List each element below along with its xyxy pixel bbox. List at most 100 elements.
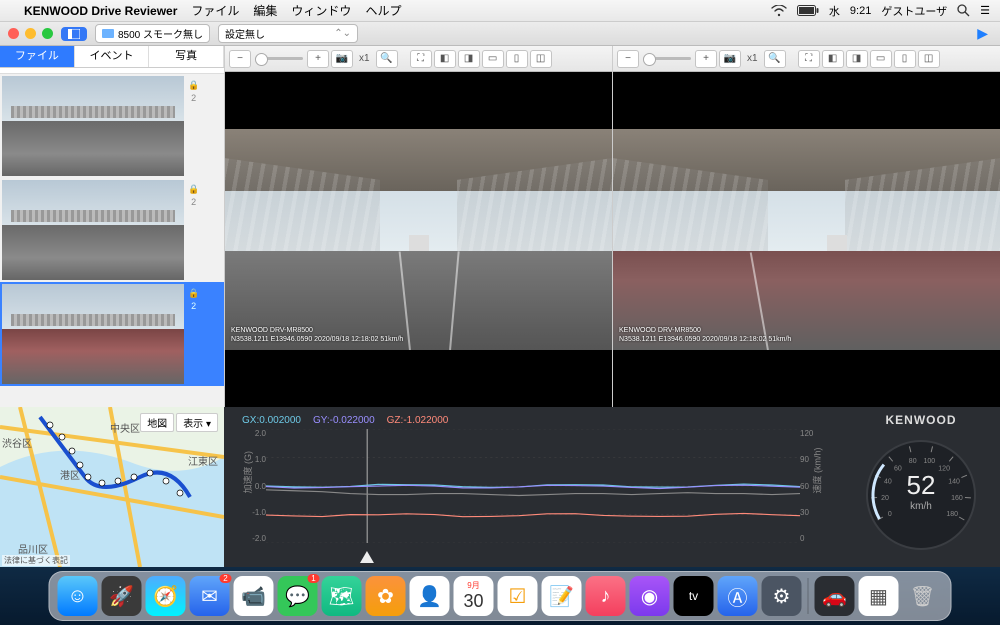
thumbnail-list[interactable]: 🔒2 🔒2 🔒2 [0,74,224,407]
fullscreen-button[interactable]: ⛶ [410,50,432,68]
safari-icon[interactable]: 🧭 [146,576,186,616]
notes-icon[interactable]: 📝 [542,576,582,616]
zoom-reset-button[interactable]: 🔍 [376,50,398,68]
video-frame-rear[interactable]: KENWOOD DRV-MR8500 N3538.1211 E13946.059… [613,72,1000,407]
macos-dock[interactable]: ☺ 🚀 🧭 ✉2 📹 💬1 🗺 ✿ 👤 9月30 ☑ 📝 ♪ ◉ tv Ⓐ ⚙ … [49,571,952,621]
map-legal[interactable]: 法律に基づく表記 [2,555,70,566]
playhead-handle[interactable] [360,551,374,563]
tab-photo[interactable]: 写真 [149,46,224,67]
facetime-icon[interactable]: 📹 [234,576,274,616]
layout-4-button[interactable]: ▯ [894,50,916,68]
menubar-user[interactable]: ゲストユーザ [881,3,947,19]
fullscreen-button[interactable]: ⛶ [798,50,820,68]
menu-file[interactable]: ファイル [191,2,239,19]
sidebar-toggle-button[interactable] [61,27,87,41]
video-frame-front[interactable]: KENWOOD DRV-MR8500 N3538.1211 E13946.059… [225,72,612,407]
wifi-icon[interactable] [771,5,787,17]
layout-4-button[interactable]: ▯ [506,50,528,68]
bottom-panel: GX:0.002000 GY:-0.022000 GZ:-1.022000 加速… [224,407,1000,567]
drive-reviewer-dock-icon[interactable]: 🚗 [815,576,855,616]
lock-icon[interactable]: 🔒 [188,184,199,195]
reminders-icon[interactable]: ☑ [498,576,538,616]
stickies-icon[interactable]: ▦ [859,576,899,616]
svg-text:渋谷区: 渋谷区 [2,437,32,450]
macos-menubar: KENWOOD Drive Reviewer ファイル 編集 ウィンドウ ヘルプ… [0,0,1000,22]
menu-window[interactable]: ウィンドウ [291,2,351,19]
tv-icon[interactable]: tv [674,576,714,616]
video-overlay: KENWOOD DRV-MR8500 N3538.1211 E13946.059… [231,327,403,344]
tab-file[interactable]: ファイル [0,46,75,67]
podcasts-icon[interactable]: ◉ [630,576,670,616]
sidebar-tabs: ファイル イベント 写真 [0,46,224,68]
lock-icon[interactable]: 🔒 [188,288,199,299]
svg-text:港区: 港区 [60,470,80,482]
layout-3-button[interactable]: ▭ [870,50,892,68]
photos-icon[interactable]: ✿ [366,576,406,616]
layout-3-button[interactable]: ▭ [482,50,504,68]
layout-1-button[interactable]: ◧ [822,50,844,68]
map-panel[interactable]: 港区 中央区 江東区 渋谷区 品川区 地図 表示 ▾ 法律に基づく表記 [0,407,224,567]
layout-1-button[interactable]: ◧ [434,50,456,68]
traffic-lights[interactable] [8,28,53,39]
zoom-out-button[interactable]: − [229,50,251,68]
minimize-window-icon[interactable] [25,28,36,39]
layout-2-button[interactable]: ◨ [846,50,868,68]
zoom-in-button[interactable]: + [695,50,717,68]
menu-edit[interactable]: 編集 [253,2,277,19]
video-panel-front: − + 📷 x1 🔍 ⛶ ◧ ◨ ▭ ▯ ◫ [224,46,612,407]
tab-event[interactable]: イベント [75,46,150,67]
settings-icon[interactable]: ⚙ [762,576,802,616]
control-center-icon[interactable]: ☰ [980,4,990,17]
map-display-button[interactable]: 表示 ▾ [176,413,218,432]
finder-icon[interactable]: ☺ [58,576,98,616]
speed-value: 52 [907,470,936,501]
svg-text:中央区: 中央区 [110,422,140,435]
thumbnail-item[interactable]: 🔒2 [0,74,224,178]
mail-icon[interactable]: ✉2 [190,576,230,616]
thumbnail-image [2,180,184,280]
zoom-level: x1 [743,53,762,64]
zoom-out-button[interactable]: − [617,50,639,68]
zoom-slider[interactable] [255,57,303,60]
gsensor-chart[interactable]: GX:0.002000 GY:-0.022000 GZ:-1.022000 加速… [224,407,842,567]
menu-help[interactable]: ヘルプ [365,2,401,19]
y-ticks-left: 2.01.00.0-1.0-2.0 [246,429,266,543]
calendar-icon[interactable]: 9月30 [454,576,494,616]
snapshot-button[interactable]: 📷 [719,50,741,68]
video-toolbar: − + 📷 x1 🔍 ⛶ ◧ ◨ ▭ ▯ ◫ [225,46,612,72]
battery-icon[interactable] [797,5,819,16]
trash-icon[interactable]: 🗑 [903,576,943,616]
close-window-icon[interactable] [8,28,19,39]
thumbnail-item[interactable]: 🔒2 [0,178,224,282]
menubar-day: 水 [829,3,840,19]
thumbnail-item-selected[interactable]: 🔒2 [0,282,224,386]
play-button[interactable]: ▶ [973,25,992,42]
layout-2-button[interactable]: ◨ [458,50,480,68]
video-panel-rear: − + 📷 x1 🔍 ⛶ ◧ ◨ ▭ ▯ ◫ [612,46,1000,407]
gx-value: GX:0.002000 [242,415,301,426]
zoom-window-icon[interactable] [42,28,53,39]
appstore-icon[interactable]: Ⓐ [718,576,758,616]
maps-icon[interactable]: 🗺 [322,576,362,616]
launchpad-icon[interactable]: 🚀 [102,576,142,616]
zoom-level: x1 [355,53,374,64]
messages-icon[interactable]: 💬1 [278,576,318,616]
spotlight-icon[interactable] [957,4,970,17]
zoom-reset-button[interactable]: 🔍 [764,50,786,68]
thumb-badge: 2 [191,93,196,103]
y-ticks-right: 1209060300 [800,429,820,543]
layout-5-button[interactable]: ◫ [918,50,940,68]
layout-5-button[interactable]: ◫ [530,50,552,68]
map-type-button[interactable]: 地図 [140,413,174,432]
snapshot-button[interactable]: 📷 [331,50,353,68]
setting-dropdown[interactable]: 設定無し ⌃⌄ [218,24,358,43]
chevron-updown-icon: ⌃⌄ [334,28,351,39]
folder-name: 8500 スモーク無し [118,26,203,41]
zoom-in-button[interactable]: + [307,50,329,68]
app-name[interactable]: KENWOOD Drive Reviewer [24,4,177,18]
lock-icon[interactable]: 🔒 [188,80,199,91]
zoom-slider[interactable] [643,57,691,60]
music-icon[interactable]: ♪ [586,576,626,616]
contacts-icon[interactable]: 👤 [410,576,450,616]
folder-selector[interactable]: 8500 スモーク無し [95,24,210,43]
